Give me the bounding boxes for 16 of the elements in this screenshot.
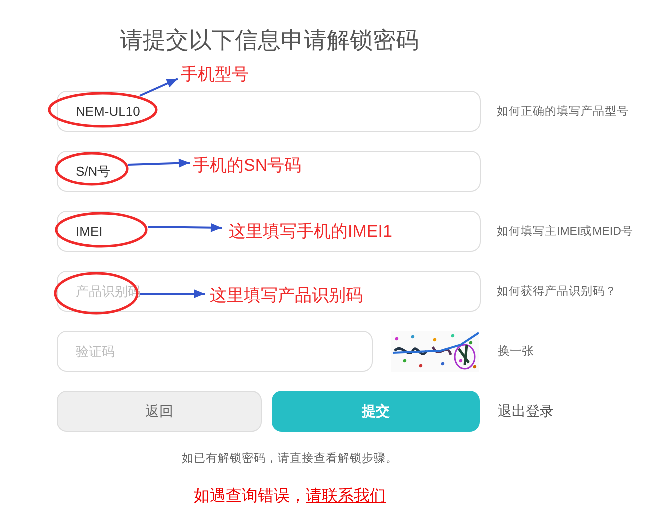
logout-link[interactable]: 退出登录	[498, 402, 554, 420]
help-link[interactable]: 如何正确的填写产品型号	[497, 104, 629, 119]
back-button[interactable]: 返回	[57, 391, 262, 432]
input-field[interactable]: NEM-UL10	[57, 91, 481, 132]
annotation-text: 手机的SN号码	[193, 155, 302, 177]
help-link[interactable]: 如何填写主IMEI或MEID号	[497, 224, 634, 239]
page-title: 请提交以下信息申请解锁密码	[120, 26, 419, 55]
annotation-text: 这里填写产品识别码	[210, 285, 363, 307]
help-link[interactable]: 如何获得产品识别码？	[497, 284, 617, 299]
contact-link[interactable]: 请联系我们	[306, 488, 386, 505]
error-contact-text: 如遇查询错误，请联系我们	[193, 486, 387, 507]
annotation-text: 手机型号	[181, 64, 249, 86]
refresh-captcha-link[interactable]: 换一张	[498, 343, 534, 360]
captcha-field[interactable]: 验证码	[57, 331, 373, 372]
annotation-text: 这里填写手机的IMEI1	[229, 221, 392, 243]
unlock-note: 如已有解锁密码，请直接查看解锁步骤。	[181, 451, 399, 466]
